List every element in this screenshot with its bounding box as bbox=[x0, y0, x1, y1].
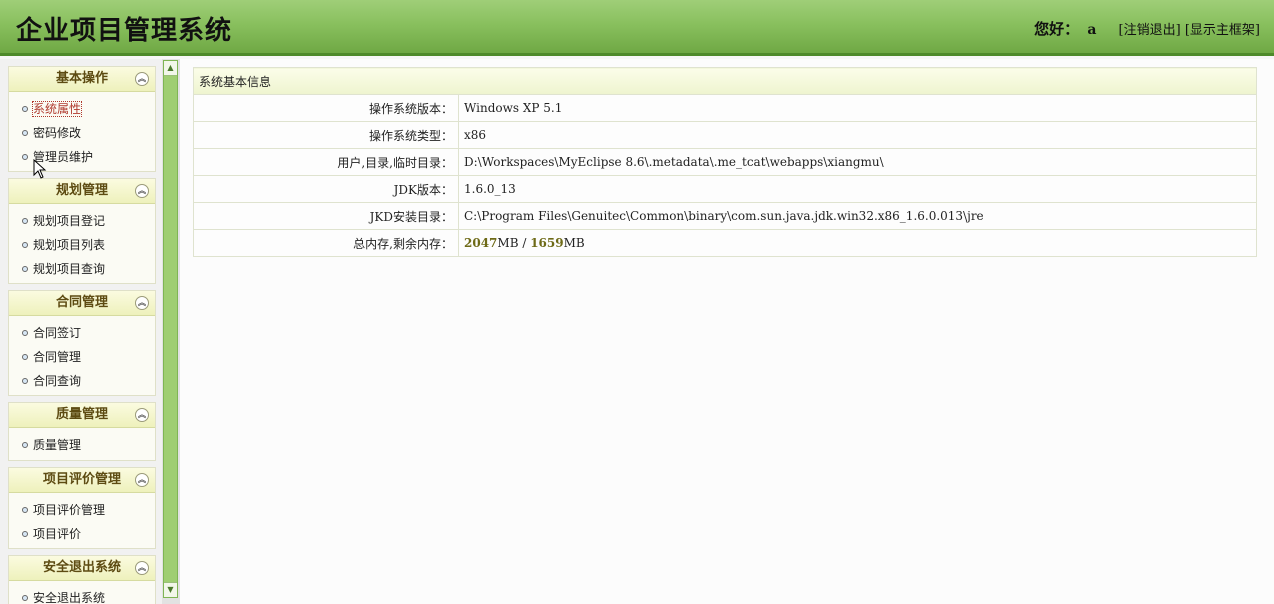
panel-safe-exit: 安全退出系统 ︽ 安全退出系统 bbox=[8, 555, 156, 604]
row-label: 总内存,剩余内存： bbox=[193, 229, 459, 257]
username: a bbox=[1087, 22, 1097, 38]
sidebar-item-plan-query[interactable]: 规划项目查询 bbox=[9, 257, 155, 281]
row-label: 用户,目录,临时目录： bbox=[193, 148, 459, 176]
total-memory: 2047 bbox=[464, 236, 498, 250]
sidebar-item-quality-manage[interactable]: 质量管理 bbox=[9, 433, 155, 457]
collapse-icon[interactable]: ︽ bbox=[135, 473, 149, 487]
row-value: 1.6.0_13 bbox=[458, 175, 1257, 203]
row-value: Windows XP 5.1 bbox=[458, 94, 1257, 122]
sidebar-item-system-properties[interactable]: 系统属性 bbox=[9, 97, 155, 121]
panel-evaluation: 项目评价管理 ︽ 项目评价管理 项目评价 bbox=[8, 467, 156, 549]
greeting-label: 您好： bbox=[1034, 20, 1080, 38]
panel-title: 质量管理 bbox=[55, 407, 108, 422]
panel-planning: 规划管理 ︽ 规划项目登记 规划项目列表 规划项目查询 bbox=[8, 178, 156, 284]
sidebar-item-evaluation[interactable]: 项目评价 bbox=[9, 522, 155, 546]
memory-value: 2047MB / 1659MB bbox=[458, 229, 1257, 257]
row-value: x86 bbox=[458, 121, 1257, 149]
sidebar-item-safe-exit[interactable]: 安全退出系统 bbox=[9, 586, 155, 604]
bullet-icon bbox=[22, 154, 28, 160]
main-content: 系统基本信息 操作系统版本： Windows XP 5.1 操作系统类型： x8… bbox=[180, 59, 1274, 604]
panel-basic-ops: 基本操作 ︽ 系统属性 密码修改 管理员维护 bbox=[8, 66, 156, 172]
bullet-icon bbox=[22, 507, 28, 513]
sidebar-item-plan-register[interactable]: 规划项目登记 bbox=[9, 209, 155, 233]
collapse-icon[interactable]: ︽ bbox=[135, 184, 149, 198]
free-memory-unit: MB bbox=[563, 236, 585, 250]
memory-separator: / bbox=[518, 236, 531, 250]
table-row: JDK版本： 1.6.0_13 bbox=[193, 175, 1257, 203]
row-label: JKD安装目录： bbox=[193, 202, 459, 230]
free-memory: 1659 bbox=[530, 236, 564, 250]
panel-quality: 质量管理 ︽ 质量管理 bbox=[8, 402, 156, 461]
panel-title: 项目评价管理 bbox=[42, 472, 121, 487]
show-main-frame-link[interactable]: [显示主框架] bbox=[1185, 23, 1260, 38]
panel-header[interactable]: 合同管理 ︽ bbox=[9, 291, 155, 316]
table-row-memory: 总内存,剩余内存： 2047MB / 1659MB bbox=[193, 229, 1257, 257]
bullet-icon bbox=[22, 106, 28, 112]
bullet-icon bbox=[22, 218, 28, 224]
panel-title: 安全退出系统 bbox=[42, 560, 121, 575]
row-value: D:\Workspaces\MyEclipse 8.6\.metadata\.m… bbox=[458, 148, 1257, 176]
row-value: C:\Program Files\Genuitec\Common\binary\… bbox=[458, 202, 1257, 230]
panel-header[interactable]: 质量管理 ︽ bbox=[9, 403, 155, 428]
panel-header[interactable]: 项目评价管理 ︽ bbox=[9, 468, 155, 493]
scroll-down-icon[interactable]: ▼ bbox=[164, 582, 177, 597]
collapse-icon[interactable]: ︽ bbox=[135, 408, 149, 422]
sidebar-item-admin-maintenance[interactable]: 管理员维护 bbox=[9, 145, 155, 169]
row-label: 操作系统版本： bbox=[193, 94, 459, 122]
mouse-cursor-icon bbox=[33, 159, 47, 179]
sidebar-item-change-password[interactable]: 密码修改 bbox=[9, 121, 155, 145]
panel-header[interactable]: 安全退出系统 ︽ bbox=[9, 556, 155, 581]
sidebar-item-plan-list[interactable]: 规划项目列表 bbox=[9, 233, 155, 257]
total-memory-unit: MB bbox=[497, 236, 519, 250]
bullet-icon bbox=[22, 531, 28, 537]
table-row: JKD安装目录： C:\Program Files\Genuitec\Commo… bbox=[193, 202, 1257, 230]
bullet-icon bbox=[22, 130, 28, 136]
table-title: 系统基本信息 bbox=[193, 67, 1257, 95]
panel-title: 规划管理 bbox=[55, 183, 108, 198]
table-header-row: 系统基本信息 bbox=[193, 67, 1257, 95]
sidebar-item-contract-manage[interactable]: 合同管理 bbox=[9, 345, 155, 369]
bullet-icon bbox=[22, 354, 28, 360]
sidebar-item-evaluation-manage[interactable]: 项目评价管理 bbox=[9, 498, 155, 522]
table-row: 操作系统版本： Windows XP 5.1 bbox=[193, 94, 1257, 122]
collapse-icon[interactable]: ︽ bbox=[135, 296, 149, 310]
system-info-table: 系统基本信息 操作系统版本： Windows XP 5.1 操作系统类型： x8… bbox=[193, 67, 1257, 257]
sidebar-item-contract-query[interactable]: 合同查询 bbox=[9, 369, 155, 393]
sidebar: 基本操作 ︽ 系统属性 密码修改 管理员维护 规划管理 ︽ 规划项目登记 规划项… bbox=[0, 59, 162, 604]
panel-title: 基本操作 bbox=[55, 71, 108, 86]
panel-header[interactable]: 规划管理 ︽ bbox=[9, 179, 155, 204]
bullet-icon bbox=[22, 330, 28, 336]
bullet-icon bbox=[22, 442, 28, 448]
app-title: 企业项目管理系统 bbox=[16, 16, 233, 46]
scroll-up-icon[interactable]: ▲ bbox=[164, 61, 177, 76]
panel-contract: 合同管理 ︽ 合同签订 合同管理 合同查询 bbox=[8, 290, 156, 396]
collapse-icon[interactable]: ︽ bbox=[135, 561, 149, 575]
row-label: 操作系统类型： bbox=[193, 121, 459, 149]
bullet-icon bbox=[22, 266, 28, 272]
header-bar: 企业项目管理系统 您好： a [注销退出] [显示主框架] bbox=[0, 0, 1274, 56]
row-label: JDK版本： bbox=[193, 175, 459, 203]
sidebar-scrollbar[interactable]: ▲ ▼ bbox=[163, 60, 178, 598]
bullet-icon bbox=[22, 242, 28, 248]
panel-header[interactable]: 基本操作 ︽ bbox=[9, 67, 155, 92]
logout-link[interactable]: [注销退出] bbox=[1119, 23, 1181, 38]
bullet-icon bbox=[22, 378, 28, 384]
panel-title: 合同管理 bbox=[55, 295, 108, 310]
table-row: 操作系统类型： x86 bbox=[193, 121, 1257, 149]
user-greeting: 您好： a [注销退出] [显示主框架] bbox=[1034, 18, 1260, 39]
sidebar-item-contract-sign[interactable]: 合同签订 bbox=[9, 321, 155, 345]
bullet-icon bbox=[22, 595, 28, 601]
table-row: 用户,目录,临时目录： D:\Workspaces\MyEclipse 8.6\… bbox=[193, 148, 1257, 176]
collapse-icon[interactable]: ︽ bbox=[135, 72, 149, 86]
